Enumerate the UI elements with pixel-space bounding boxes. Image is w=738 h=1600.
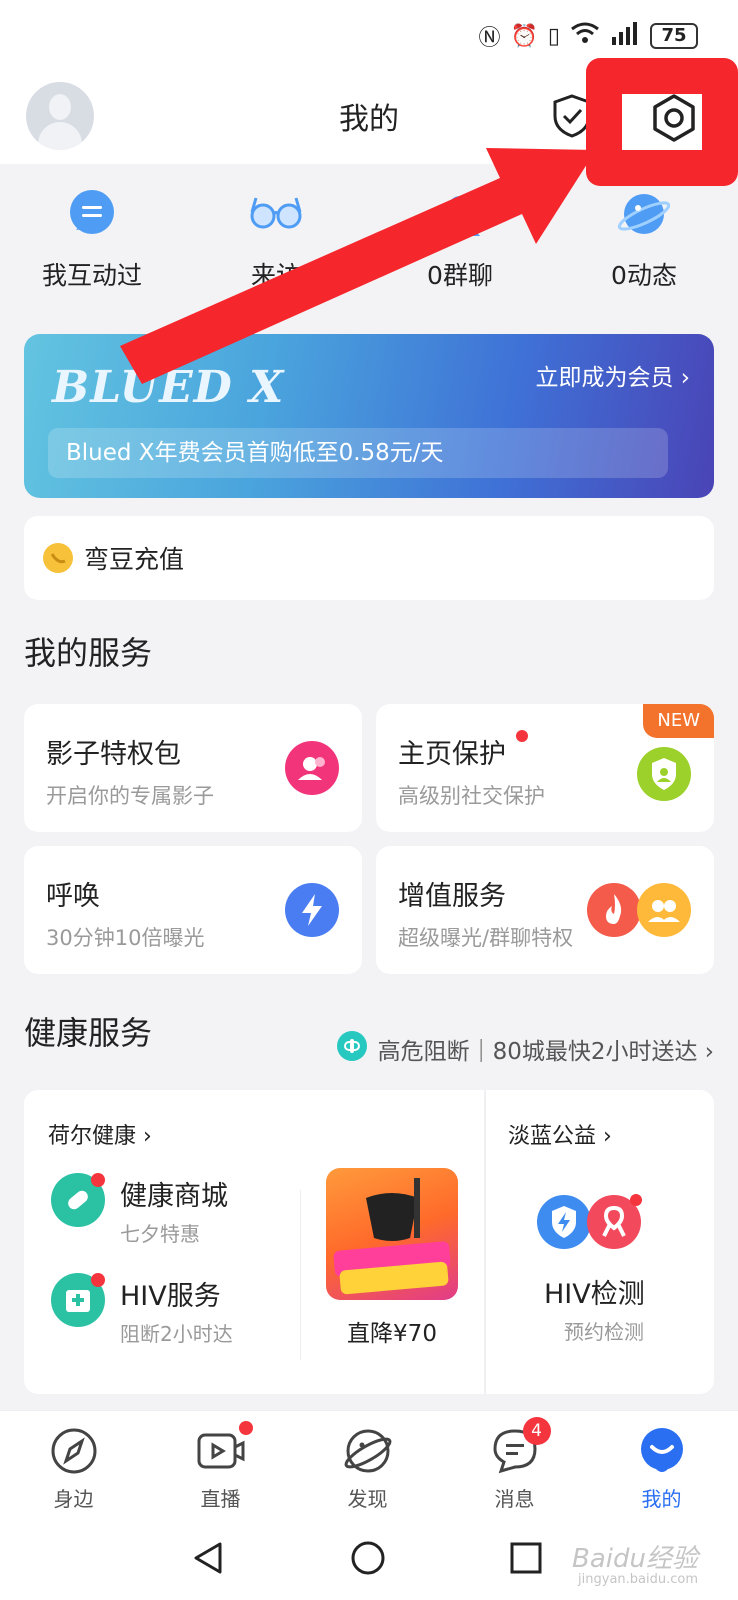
- tab-label: 身边: [53, 1487, 94, 1511]
- unread-badge: 4: [522, 1417, 551, 1445]
- group-chat-icon: [636, 882, 692, 938]
- settings-gear-icon[interactable]: [648, 92, 700, 144]
- alarm-icon: ⏰: [510, 23, 538, 49]
- header: 我的: [0, 64, 738, 164]
- tab-me[interactable]: 我的: [588, 1425, 735, 1512]
- smile-face-icon: [636, 1425, 688, 1477]
- new-tag: NEW: [643, 704, 714, 738]
- vip-promo-text: Blued X年费会员首购低至0.58元/天: [48, 428, 668, 478]
- tab-discover[interactable]: 发现: [294, 1425, 441, 1512]
- wifi-icon: [570, 21, 600, 51]
- blued-x-logo: BLUED X: [52, 362, 285, 413]
- chat-bubble-icon: [64, 186, 120, 242]
- danlan-charity-link[interactable]: 淡蓝公益 ›: [508, 1118, 612, 1150]
- group-icon: [432, 186, 488, 242]
- nfc-icon: Ⓝ: [478, 26, 501, 51]
- card-title: 增值服务: [398, 881, 506, 912]
- red-dot: [238, 1421, 253, 1435]
- card-title: 呼唤: [46, 881, 100, 912]
- ribbon-icon: [586, 1194, 642, 1250]
- battery-indicator: 75: [650, 23, 698, 49]
- pill-icon: [50, 1172, 106, 1228]
- shortcut-label: 来访: [250, 261, 301, 290]
- bottom-tab-bar: 身边 直播 发现 4 消息 我的: [0, 1410, 738, 1516]
- shield-check-icon[interactable]: [552, 94, 592, 138]
- health-section-title: 健康服务: [24, 1014, 153, 1052]
- tab-nearby[interactable]: 身边: [0, 1425, 147, 1512]
- shortcut-label: 我互动过: [41, 261, 142, 290]
- lightning-icon: [284, 882, 340, 938]
- home-icon[interactable]: [350, 1540, 386, 1580]
- shortcut-label: 0动态: [611, 261, 677, 290]
- medical-user-icon: [50, 1272, 106, 1328]
- hiv-test-title: HIV检测: [544, 1279, 645, 1310]
- status-bar: Ⓝ ⏰ ▯ 75: [0, 0, 738, 64]
- divider: [300, 1190, 301, 1360]
- glasses-icon: [248, 186, 304, 242]
- health-mall-title: 健康商城: [120, 1181, 228, 1212]
- shortcut-groups[interactable]: 0群聊: [368, 186, 552, 292]
- shortcut-feeds[interactable]: 0动态: [552, 186, 736, 292]
- red-dot: [516, 730, 528, 742]
- hiv-test-subtitle: 预约检测: [564, 1320, 644, 1344]
- service-card-summon[interactable]: 呼唤 30分钟10倍曝光: [24, 846, 362, 974]
- service-card-value-added[interactable]: 增值服务 超级曝光/群聊特权: [376, 846, 714, 974]
- shortcut-interacted[interactable]: 我互动过: [0, 186, 184, 292]
- recharge-row[interactable]: 弯豆充值: [24, 516, 714, 600]
- service-card-shadow-pack[interactable]: 影子特权包 开启你的专属影子: [24, 704, 362, 832]
- planet-outline-icon: [342, 1425, 394, 1477]
- hor-health-link[interactable]: 荷尔健康 ›: [48, 1118, 152, 1150]
- tab-messages[interactable]: 4 消息: [441, 1417, 588, 1512]
- shield-user-icon: [636, 746, 692, 802]
- shortcut-visitors[interactable]: 来访: [184, 186, 368, 292]
- planet-icon: [616, 186, 672, 242]
- capsule-icon: [336, 1030, 368, 1068]
- back-icon[interactable]: [190, 1540, 226, 1580]
- card-subtitle: 超级曝光/群聊特权: [398, 926, 574, 950]
- health-tagline[interactable]: 高危阻断｜80城最快2小时送达 ›: [336, 1030, 714, 1068]
- health-card: 荷尔健康 › 淡蓝公益 › 健康商城 七夕特惠 HIV服务 阻断2小时达 直降¥…: [24, 1090, 714, 1394]
- card-title: 影子特权包: [46, 739, 181, 770]
- watermark-url: jingyan.baidu.com: [578, 1572, 698, 1587]
- card-subtitle: 30分钟10倍曝光: [46, 926, 205, 950]
- recharge-label: 弯豆充值: [84, 545, 185, 574]
- tab-label: 发现: [347, 1487, 388, 1511]
- shortcut-row: 我互动过 来访 0群聊 0动态: [0, 164, 738, 314]
- tab-live[interactable]: 直播: [147, 1421, 294, 1512]
- page-title: 我的: [339, 102, 399, 137]
- tab-label: 我的: [641, 1487, 682, 1511]
- card-title: 主页保护: [398, 739, 506, 770]
- recents-icon[interactable]: [508, 1540, 544, 1580]
- hiv-service-title: HIV服务: [120, 1281, 221, 1312]
- card-subtitle: 高级别社交保护: [398, 784, 545, 808]
- flame-icon: [586, 882, 642, 938]
- shield-bolt-icon: [536, 1194, 592, 1250]
- divider: [484, 1090, 486, 1394]
- health-mall-subtitle: 七夕特惠: [120, 1222, 200, 1246]
- service-card-homepage-protect[interactable]: 主页保护 高级别社交保护 NEW: [376, 704, 714, 832]
- tab-label: 消息: [494, 1487, 535, 1511]
- signal-icon: [610, 21, 640, 51]
- hiv-service-subtitle: 阻断2小时达: [120, 1322, 233, 1346]
- bean-coin-icon: [42, 542, 74, 574]
- status-icons: Ⓝ ⏰ ▯ 75: [478, 20, 698, 52]
- compass-icon: [48, 1425, 100, 1477]
- message-bubble-icon: 4: [489, 1417, 551, 1477]
- watermark-logo: Baidu经验: [572, 1544, 698, 1574]
- tab-label: 直播: [200, 1487, 241, 1511]
- vip-banner[interactable]: BLUED X 立即成为会员 › Blued X年费会员首购低至0.58元/天: [24, 334, 714, 498]
- promo-price: 直降¥70: [347, 1321, 437, 1347]
- shortcut-label: 0群聊: [427, 261, 493, 290]
- services-section-title: 我的服务: [24, 634, 153, 672]
- video-play-icon: [195, 1421, 253, 1477]
- vibrate-icon: ▯: [547, 23, 560, 49]
- card-subtitle: 开启你的专属影子: [46, 784, 214, 808]
- shadow-user-icon: [284, 740, 340, 796]
- promo-product-image[interactable]: [326, 1168, 458, 1300]
- become-member-link[interactable]: 立即成为会员 ›: [535, 358, 690, 392]
- health-tagline-text: 高危阻断｜80城最快2小时送达 ›: [377, 1039, 714, 1065]
